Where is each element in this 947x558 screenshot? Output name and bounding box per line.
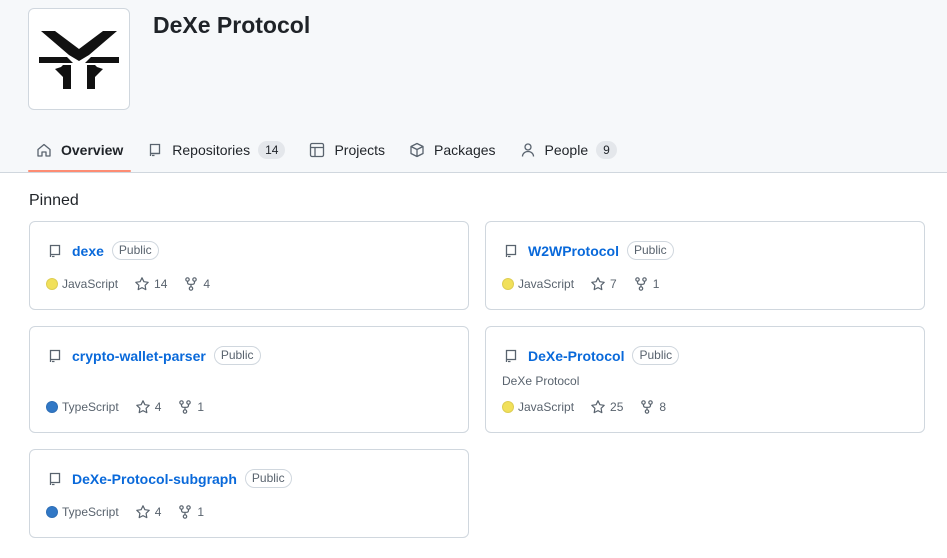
tab-packages[interactable]: Packages <box>401 128 503 172</box>
repositories-counter: 14 <box>258 141 286 159</box>
tab-projects[interactable]: Projects <box>301 128 393 172</box>
home-icon <box>37 143 51 157</box>
repo-icon <box>49 472 61 485</box>
org-avatar[interactable] <box>28 8 130 110</box>
repo-icon <box>49 244 61 257</box>
star-icon <box>591 400 605 414</box>
language: TypeScript <box>46 505 119 519</box>
repo-link[interactable]: W2WProtocol <box>528 243 619 259</box>
visibility-badge: Public <box>627 241 674 260</box>
table-icon <box>310 142 325 158</box>
forks-count: 8 <box>659 400 667 414</box>
visibility-badge: Public <box>111 241 159 260</box>
tab-people[interactable]: People 9 <box>512 128 625 172</box>
stars-count: 4 <box>154 505 162 519</box>
language: JavaScript <box>502 400 574 414</box>
stars-count: 7 <box>610 277 617 291</box>
pinned-repo-card: DeXe-Protocol-subgraph Public TypeScript… <box>29 449 469 538</box>
star-icon <box>135 400 150 414</box>
fork-icon <box>634 277 647 291</box>
forks-link[interactable]: 8 <box>639 399 666 415</box>
repo-icon <box>505 349 517 362</box>
people-counter: 9 <box>596 141 617 159</box>
forks-count: 1 <box>197 400 205 414</box>
language-label: TypeScript <box>62 400 119 414</box>
tab-projects-label: Projects <box>334 142 386 158</box>
repo-icon <box>505 244 517 257</box>
tab-overview-label: Overview <box>61 142 124 158</box>
org-nav: Overview Repositories 14 Projects Packag… <box>28 128 633 173</box>
language: JavaScript <box>46 277 118 291</box>
person-icon <box>521 143 534 157</box>
pinned-heading: Pinned <box>29 192 79 209</box>
language: TypeScript <box>46 400 119 414</box>
forks-count: 1 <box>652 277 660 291</box>
forks-link[interactable]: 1 <box>633 276 660 292</box>
org-header: DeXe Protocol Overview Repositories 14 P… <box>0 0 947 173</box>
language-color-dot <box>502 401 514 413</box>
repo-link[interactable]: DeXe-Protocol <box>528 348 624 364</box>
language-label: JavaScript <box>518 400 575 414</box>
star-icon <box>135 277 149 291</box>
tab-repositories[interactable]: Repositories 14 <box>139 128 293 172</box>
pinned-repo-card: dexe Public JavaScript 14 4 <box>29 221 469 310</box>
tab-people-label: People <box>544 142 589 158</box>
fork-icon <box>179 400 192 414</box>
tab-repositories-label: Repositories <box>172 142 251 158</box>
language-color-dot <box>46 506 58 518</box>
forks-link[interactable]: 4 <box>183 276 210 292</box>
stars-count: 25 <box>610 400 624 414</box>
pinned-repo-card: crypto-wallet-parser Public TypeScript 4… <box>29 326 469 433</box>
package-icon <box>410 142 424 158</box>
repo-icon <box>150 143 161 157</box>
stars-link[interactable]: 14 <box>134 276 167 292</box>
language: JavaScript <box>502 277 574 291</box>
language-label: TypeScript <box>62 505 119 519</box>
stars-link[interactable]: 25 <box>590 399 623 415</box>
stars-link[interactable]: 7 <box>590 276 617 292</box>
repo-link[interactable]: crypto-wallet-parser <box>72 348 206 364</box>
pinned-repo-card: W2WProtocol Public JavaScript 7 1 <box>485 221 925 310</box>
language-color-dot <box>46 278 58 290</box>
language-color-dot <box>46 401 58 413</box>
language-label: JavaScript <box>518 277 575 291</box>
forks-count: 4 <box>203 277 211 291</box>
pinned-repo-card: DeXe-Protocol Public DeXe Protocol JavaS… <box>485 326 925 433</box>
star-icon <box>591 277 605 291</box>
stars-link[interactable]: 4 <box>135 504 162 520</box>
repo-description: DeXe Protocol <box>502 374 580 388</box>
visibility-badge: Public <box>632 346 680 365</box>
visibility-badge: Public <box>213 346 261 365</box>
fork-icon <box>185 277 198 291</box>
stars-link[interactable]: 4 <box>135 399 162 415</box>
dexe-logo-icon <box>39 31 119 89</box>
star-icon <box>135 505 150 519</box>
fork-icon <box>179 505 192 519</box>
forks-link[interactable]: 1 <box>177 504 204 520</box>
tab-overview[interactable]: Overview <box>28 128 132 172</box>
visibility-badge: Public <box>244 469 292 488</box>
repo-link[interactable]: dexe <box>72 243 104 259</box>
tab-packages-label: Packages <box>434 142 496 158</box>
forks-count: 1 <box>197 505 205 519</box>
language-label: JavaScript <box>62 277 119 291</box>
repo-icon <box>49 349 61 362</box>
fork-icon <box>641 400 654 414</box>
stars-count: 4 <box>154 400 162 414</box>
language-color-dot <box>502 278 514 290</box>
stars-count: 14 <box>154 277 168 291</box>
forks-link[interactable]: 1 <box>177 399 204 415</box>
org-name: DeXe Protocol <box>153 12 311 38</box>
repo-link[interactable]: DeXe-Protocol-subgraph <box>72 471 237 487</box>
